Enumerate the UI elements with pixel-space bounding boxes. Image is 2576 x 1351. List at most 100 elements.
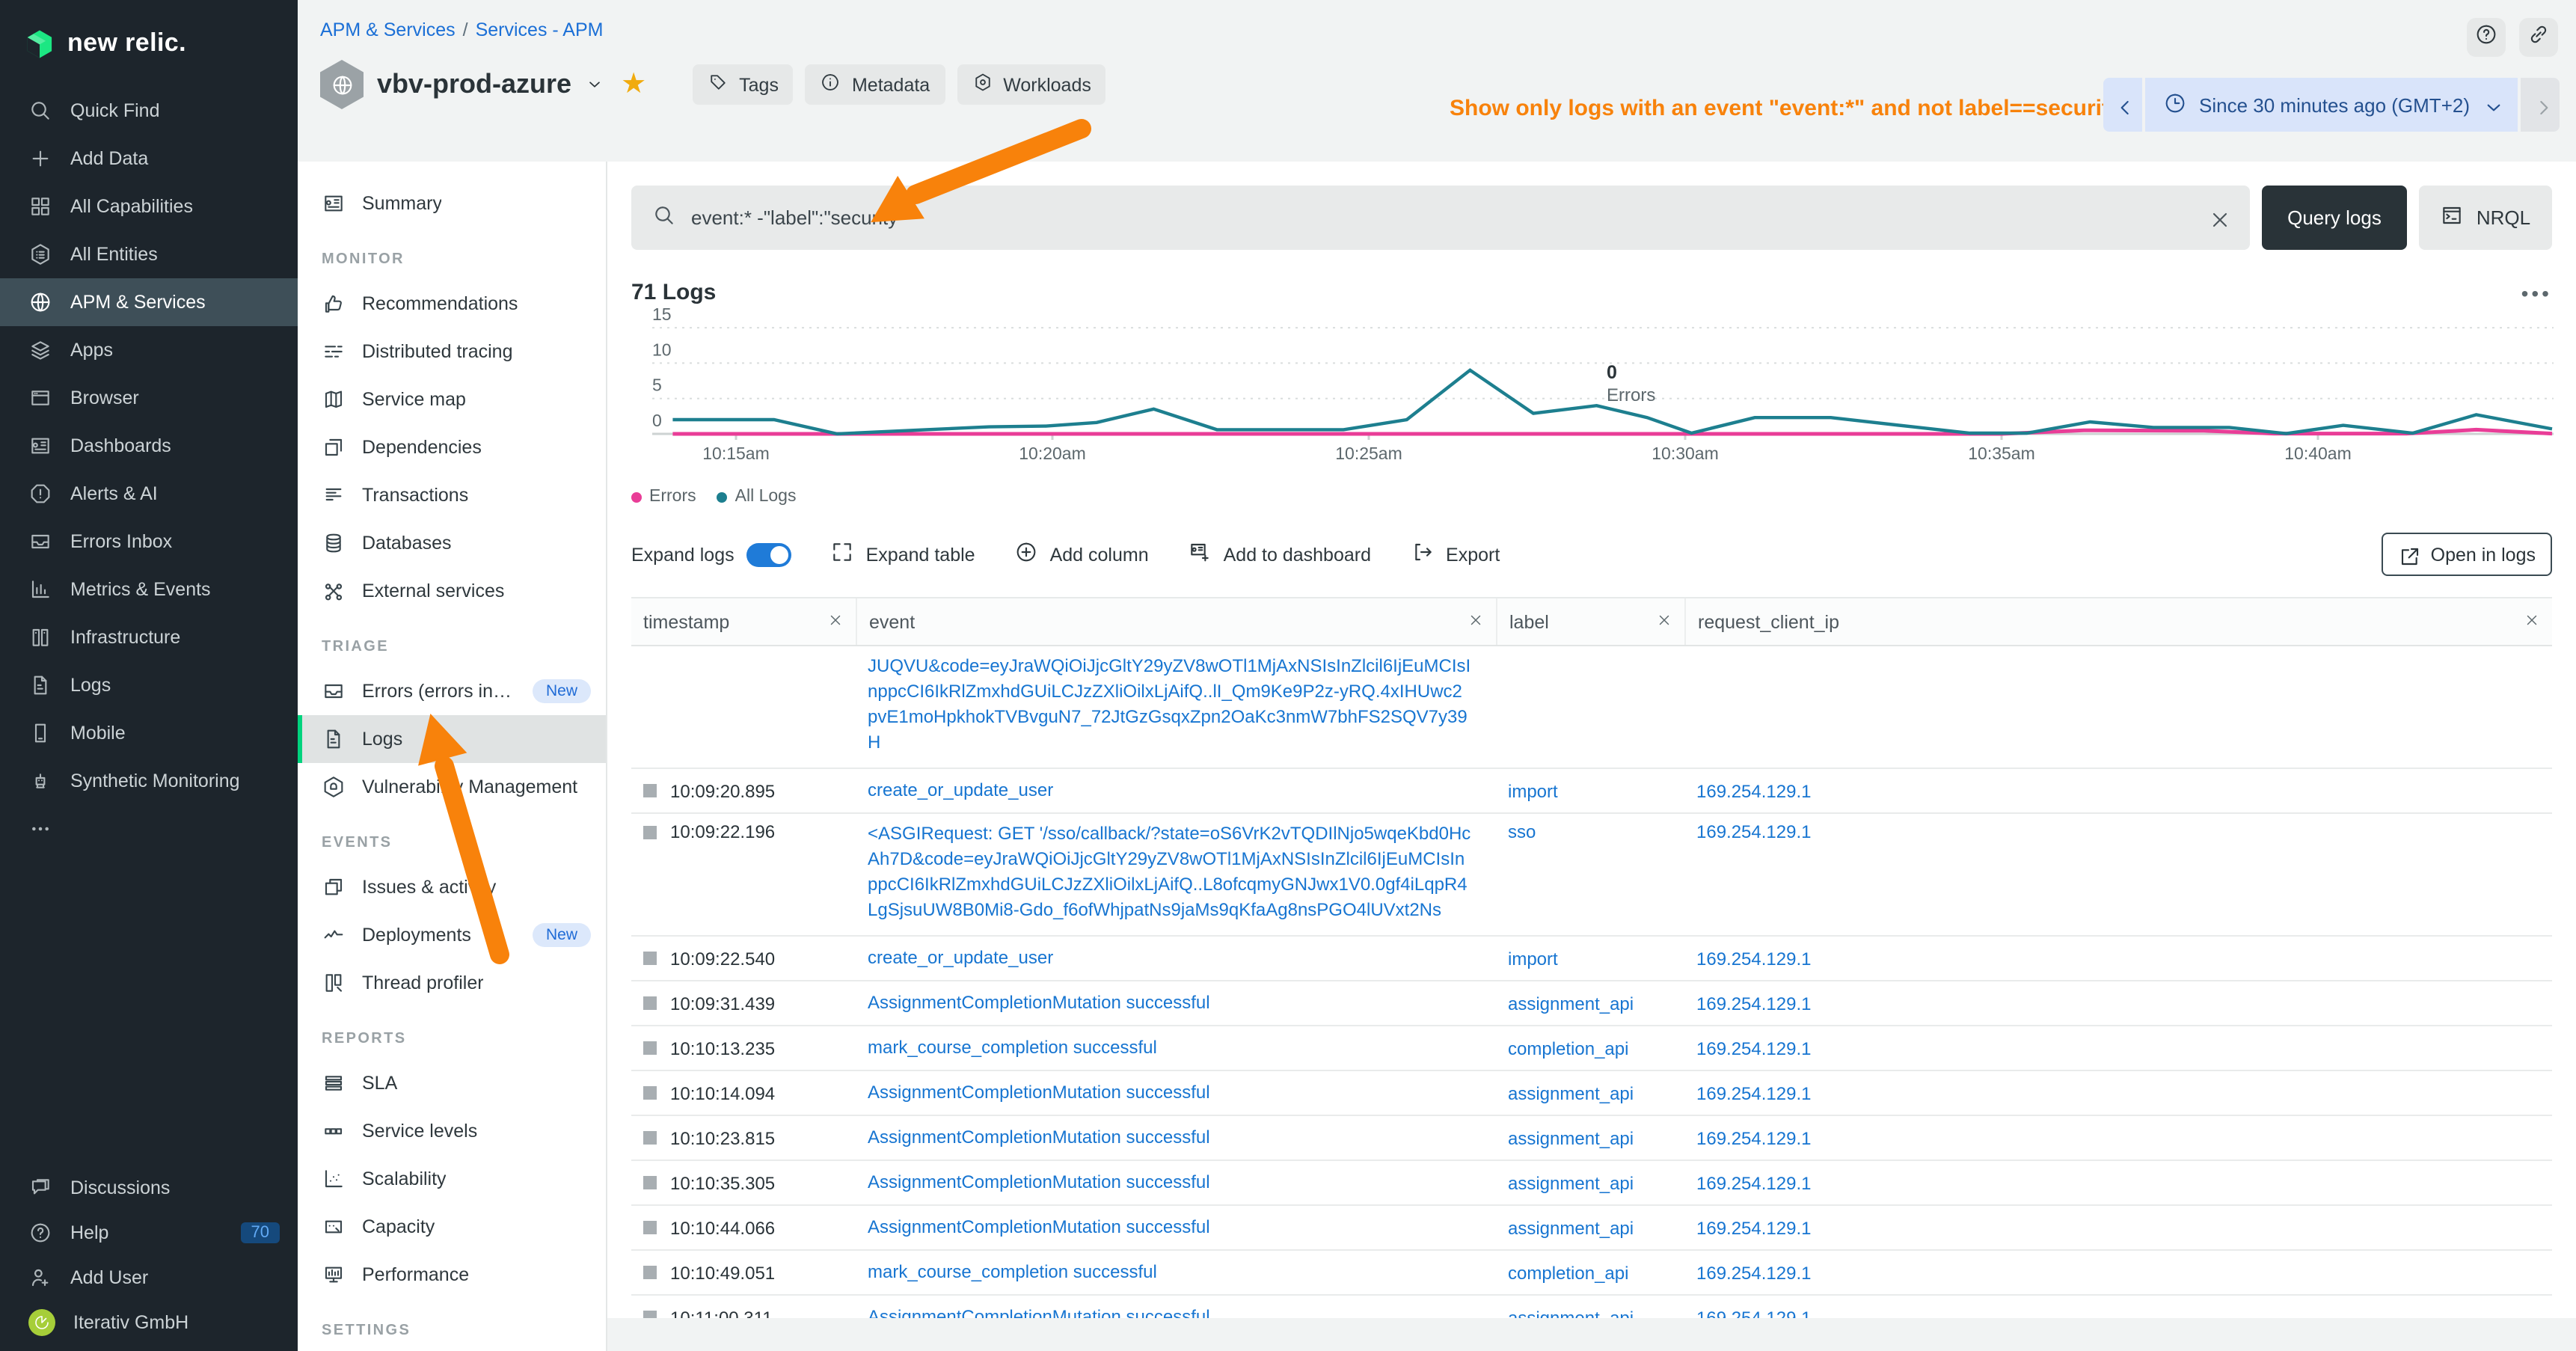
nrql-button[interactable]: NRQL xyxy=(2419,186,2552,250)
table-row[interactable]: 10:09:22.540create_or_update_userimport1… xyxy=(631,937,2552,981)
query-logs-button[interactable]: Query logs xyxy=(2262,186,2407,250)
sidebar-item-all-capabilities[interactable]: All Capabilities xyxy=(0,183,298,230)
open-in-logs-button[interactable]: Open in logs xyxy=(2382,533,2552,576)
row-marker-icon[interactable] xyxy=(643,996,657,1010)
sidebar-item-more[interactable] xyxy=(0,805,298,853)
table-body: JUQVU&code=eyJraWQiOiJjcGltY29yZV8wOTl1M… xyxy=(631,646,2552,1341)
event-cell: AssignmentCompletionMutation successful xyxy=(856,990,1496,1016)
table-row[interactable]: 10:09:20.895create_or_update_userimport1… xyxy=(631,769,2552,814)
service-nav-distributed-tracing[interactable]: Distributed tracing xyxy=(298,328,606,376)
service-nav-capacity[interactable]: Capacity xyxy=(298,1203,606,1251)
toggle-on-icon[interactable] xyxy=(746,542,791,566)
table-row[interactable]: 10:10:13.235mark_course_completion succe… xyxy=(631,1026,2552,1071)
table-row[interactable]: 10:10:14.094AssignmentCompletionMutation… xyxy=(631,1071,2552,1116)
nodes-icon xyxy=(322,579,346,603)
service-nav-databases[interactable]: Databases xyxy=(298,519,606,567)
remove-column-icon[interactable] xyxy=(2524,611,2540,632)
sidebar-item-add-data[interactable]: Add Data xyxy=(0,135,298,183)
remove-column-icon[interactable] xyxy=(1656,611,1672,632)
row-marker-icon[interactable] xyxy=(643,825,657,839)
table-row[interactable]: 10:10:49.051mark_course_completion succe… xyxy=(631,1251,2552,1296)
table-row[interactable]: 10:10:35.305AssignmentCompletionMutation… xyxy=(631,1161,2552,1206)
service-nav-external-services[interactable]: External services xyxy=(298,567,606,615)
service-nav-thread-profiler[interactable]: Thread profiler xyxy=(298,959,606,1007)
service-nav-errors-errors-inb[interactable]: Errors (errors inb...New xyxy=(298,667,606,715)
service-nav-service-map[interactable]: Service map xyxy=(298,376,606,423)
column-header-event[interactable]: event xyxy=(856,598,1496,645)
row-marker-icon[interactable] xyxy=(643,1131,657,1145)
add-to-dashboard-button[interactable]: Add to dashboard xyxy=(1188,540,1371,569)
remove-column-icon[interactable] xyxy=(827,611,844,632)
service-nav-sla[interactable]: SLA xyxy=(298,1059,606,1107)
service-nav-vulnerability-management[interactable]: Vulnerability Management xyxy=(298,763,606,811)
row-marker-icon[interactable] xyxy=(643,1266,657,1279)
workloads-button[interactable]: Workloads xyxy=(957,64,1106,105)
column-header-request-client-ip[interactable]: request_client_ip xyxy=(1684,598,2552,645)
table-row[interactable]: 10:09:31.439AssignmentCompletionMutation… xyxy=(631,981,2552,1026)
service-nav-performance[interactable]: Performance xyxy=(298,1251,606,1299)
breadcrumb-apm-services[interactable]: APM & Services xyxy=(320,19,456,40)
copy-link-button[interactable] xyxy=(2519,18,2558,57)
sidebar-item-synthetic-monitoring[interactable]: Synthetic Monitoring xyxy=(0,757,298,805)
row-marker-icon[interactable] xyxy=(643,1086,657,1100)
expand-table-button[interactable]: Expand table xyxy=(830,540,975,569)
sidebar-item-infrastructure[interactable]: Infrastructure xyxy=(0,613,298,661)
row-marker-icon[interactable] xyxy=(643,1221,657,1234)
column-header-label[interactable]: label xyxy=(1496,598,1684,645)
row-marker-icon[interactable] xyxy=(643,1041,657,1055)
new-relic-logo-icon xyxy=(24,28,55,59)
service-nav-logs[interactable]: Logs xyxy=(298,715,606,763)
export-button[interactable]: Export xyxy=(1410,540,1500,569)
table-row[interactable]: 10:10:23.815AssignmentCompletionMutation… xyxy=(631,1116,2552,1161)
service-nav-scalability[interactable]: Scalability xyxy=(298,1155,606,1203)
sidebar-item-metrics-events[interactable]: Metrics & Events xyxy=(0,566,298,613)
sidebar-item-discussions[interactable]: Discussions xyxy=(0,1165,298,1210)
sidebar-item-quick-find[interactable]: Quick Find xyxy=(0,87,298,135)
time-back-button[interactable] xyxy=(2103,78,2142,132)
sidebar-item-all-entities[interactable]: All Entities xyxy=(0,230,298,278)
service-nav-recommendations[interactable]: Recommendations xyxy=(298,280,606,328)
service-nav-deployments[interactable]: DeploymentsNew xyxy=(298,911,606,959)
more-options-icon[interactable]: ••• xyxy=(2521,281,2552,304)
favorite-star-icon[interactable]: ★ xyxy=(621,70,646,99)
breadcrumb-services-apm[interactable]: Services - APM xyxy=(476,19,604,40)
row-marker-icon[interactable] xyxy=(643,784,657,797)
add-column-button[interactable]: Add column xyxy=(1014,540,1149,569)
column-header-timestamp[interactable]: timestamp xyxy=(631,598,856,645)
service-nav-service-levels[interactable]: Service levels xyxy=(298,1107,606,1155)
service-nav-issues-activity[interactable]: Issues & activity xyxy=(298,863,606,911)
row-marker-icon[interactable] xyxy=(643,952,657,965)
clear-search-icon[interactable] xyxy=(2208,207,2229,228)
time-range-button[interactable]: Since 30 minutes ago (GMT+2) xyxy=(2142,78,2518,132)
tags-button[interactable]: Tags xyxy=(693,64,794,105)
sidebar-item-browser[interactable]: Browser xyxy=(0,374,298,422)
sidebar-item-help[interactable]: Help70 xyxy=(0,1210,298,1255)
remove-column-icon[interactable] xyxy=(1468,611,1484,632)
sidebar-item-iterativ-gmbh[interactable]: Iterativ GmbH xyxy=(0,1300,298,1345)
legend-all-logs[interactable]: All Logs xyxy=(717,488,797,506)
logs-search-input[interactable]: event:* -"label":"security" xyxy=(631,186,2250,250)
expand-logs-toggle[interactable]: Expand logs xyxy=(631,542,791,566)
nav-section-monitor: MONITOR xyxy=(298,227,606,280)
service-nav-transactions[interactable]: Transactions xyxy=(298,471,606,519)
legend-errors[interactable]: Errors xyxy=(631,488,696,506)
new-relic-logo[interactable]: new relic. xyxy=(0,0,298,87)
table-row[interactable]: 10:10:44.066AssignmentCompletionMutation… xyxy=(631,1206,2552,1251)
sidebar-item-alerts-ai[interactable]: Alerts & AI xyxy=(0,470,298,518)
sidebar-item-apps[interactable]: Apps xyxy=(0,326,298,374)
sidebar-item-add-user[interactable]: Add User xyxy=(0,1255,298,1300)
service-nav-summary[interactable]: Summary xyxy=(298,180,606,227)
row-marker-icon[interactable] xyxy=(643,1176,657,1189)
help-button[interactable] xyxy=(2467,18,2506,57)
table-row[interactable]: 10:09:22.196<ASGIRequest: GET '/sso/call… xyxy=(631,814,2552,937)
service-nav-dependencies[interactable]: Dependencies xyxy=(298,423,606,471)
sidebar-item-dashboards[interactable]: Dashboards xyxy=(0,422,298,470)
table-row[interactable]: JUQVU&code=eyJraWQiOiJjcGltY29yZV8wOTl1M… xyxy=(631,646,2552,769)
sidebar-item-logs[interactable]: Logs xyxy=(0,661,298,709)
sidebar-item-mobile[interactable]: Mobile xyxy=(0,709,298,757)
entity-chevron-down-icon[interactable] xyxy=(585,75,604,94)
time-forward-button[interactable] xyxy=(2518,78,2560,132)
sidebar-item-apm-services[interactable]: APM & Services xyxy=(0,278,298,326)
metadata-button[interactable]: Metadata xyxy=(806,64,945,105)
sidebar-item-errors-inbox[interactable]: Errors Inbox xyxy=(0,518,298,566)
